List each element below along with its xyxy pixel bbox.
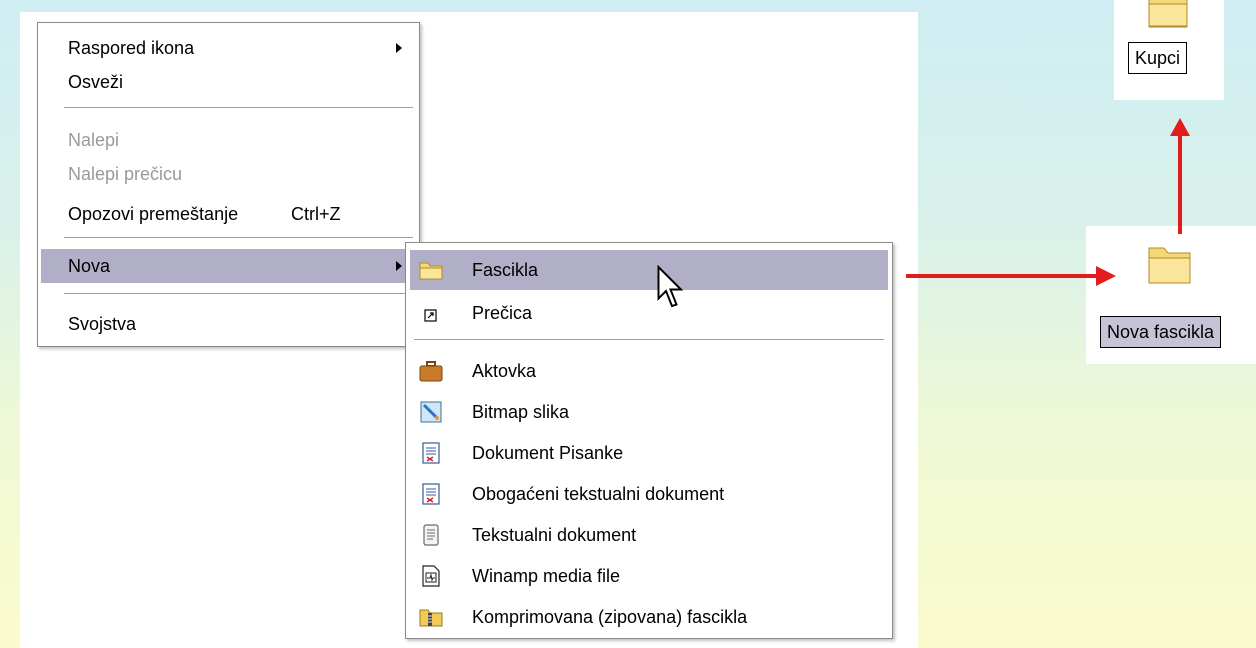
- annotation-arrows: [906, 118, 1190, 286]
- arrowhead-right: [1096, 266, 1116, 286]
- arrowhead-up: [1170, 118, 1190, 136]
